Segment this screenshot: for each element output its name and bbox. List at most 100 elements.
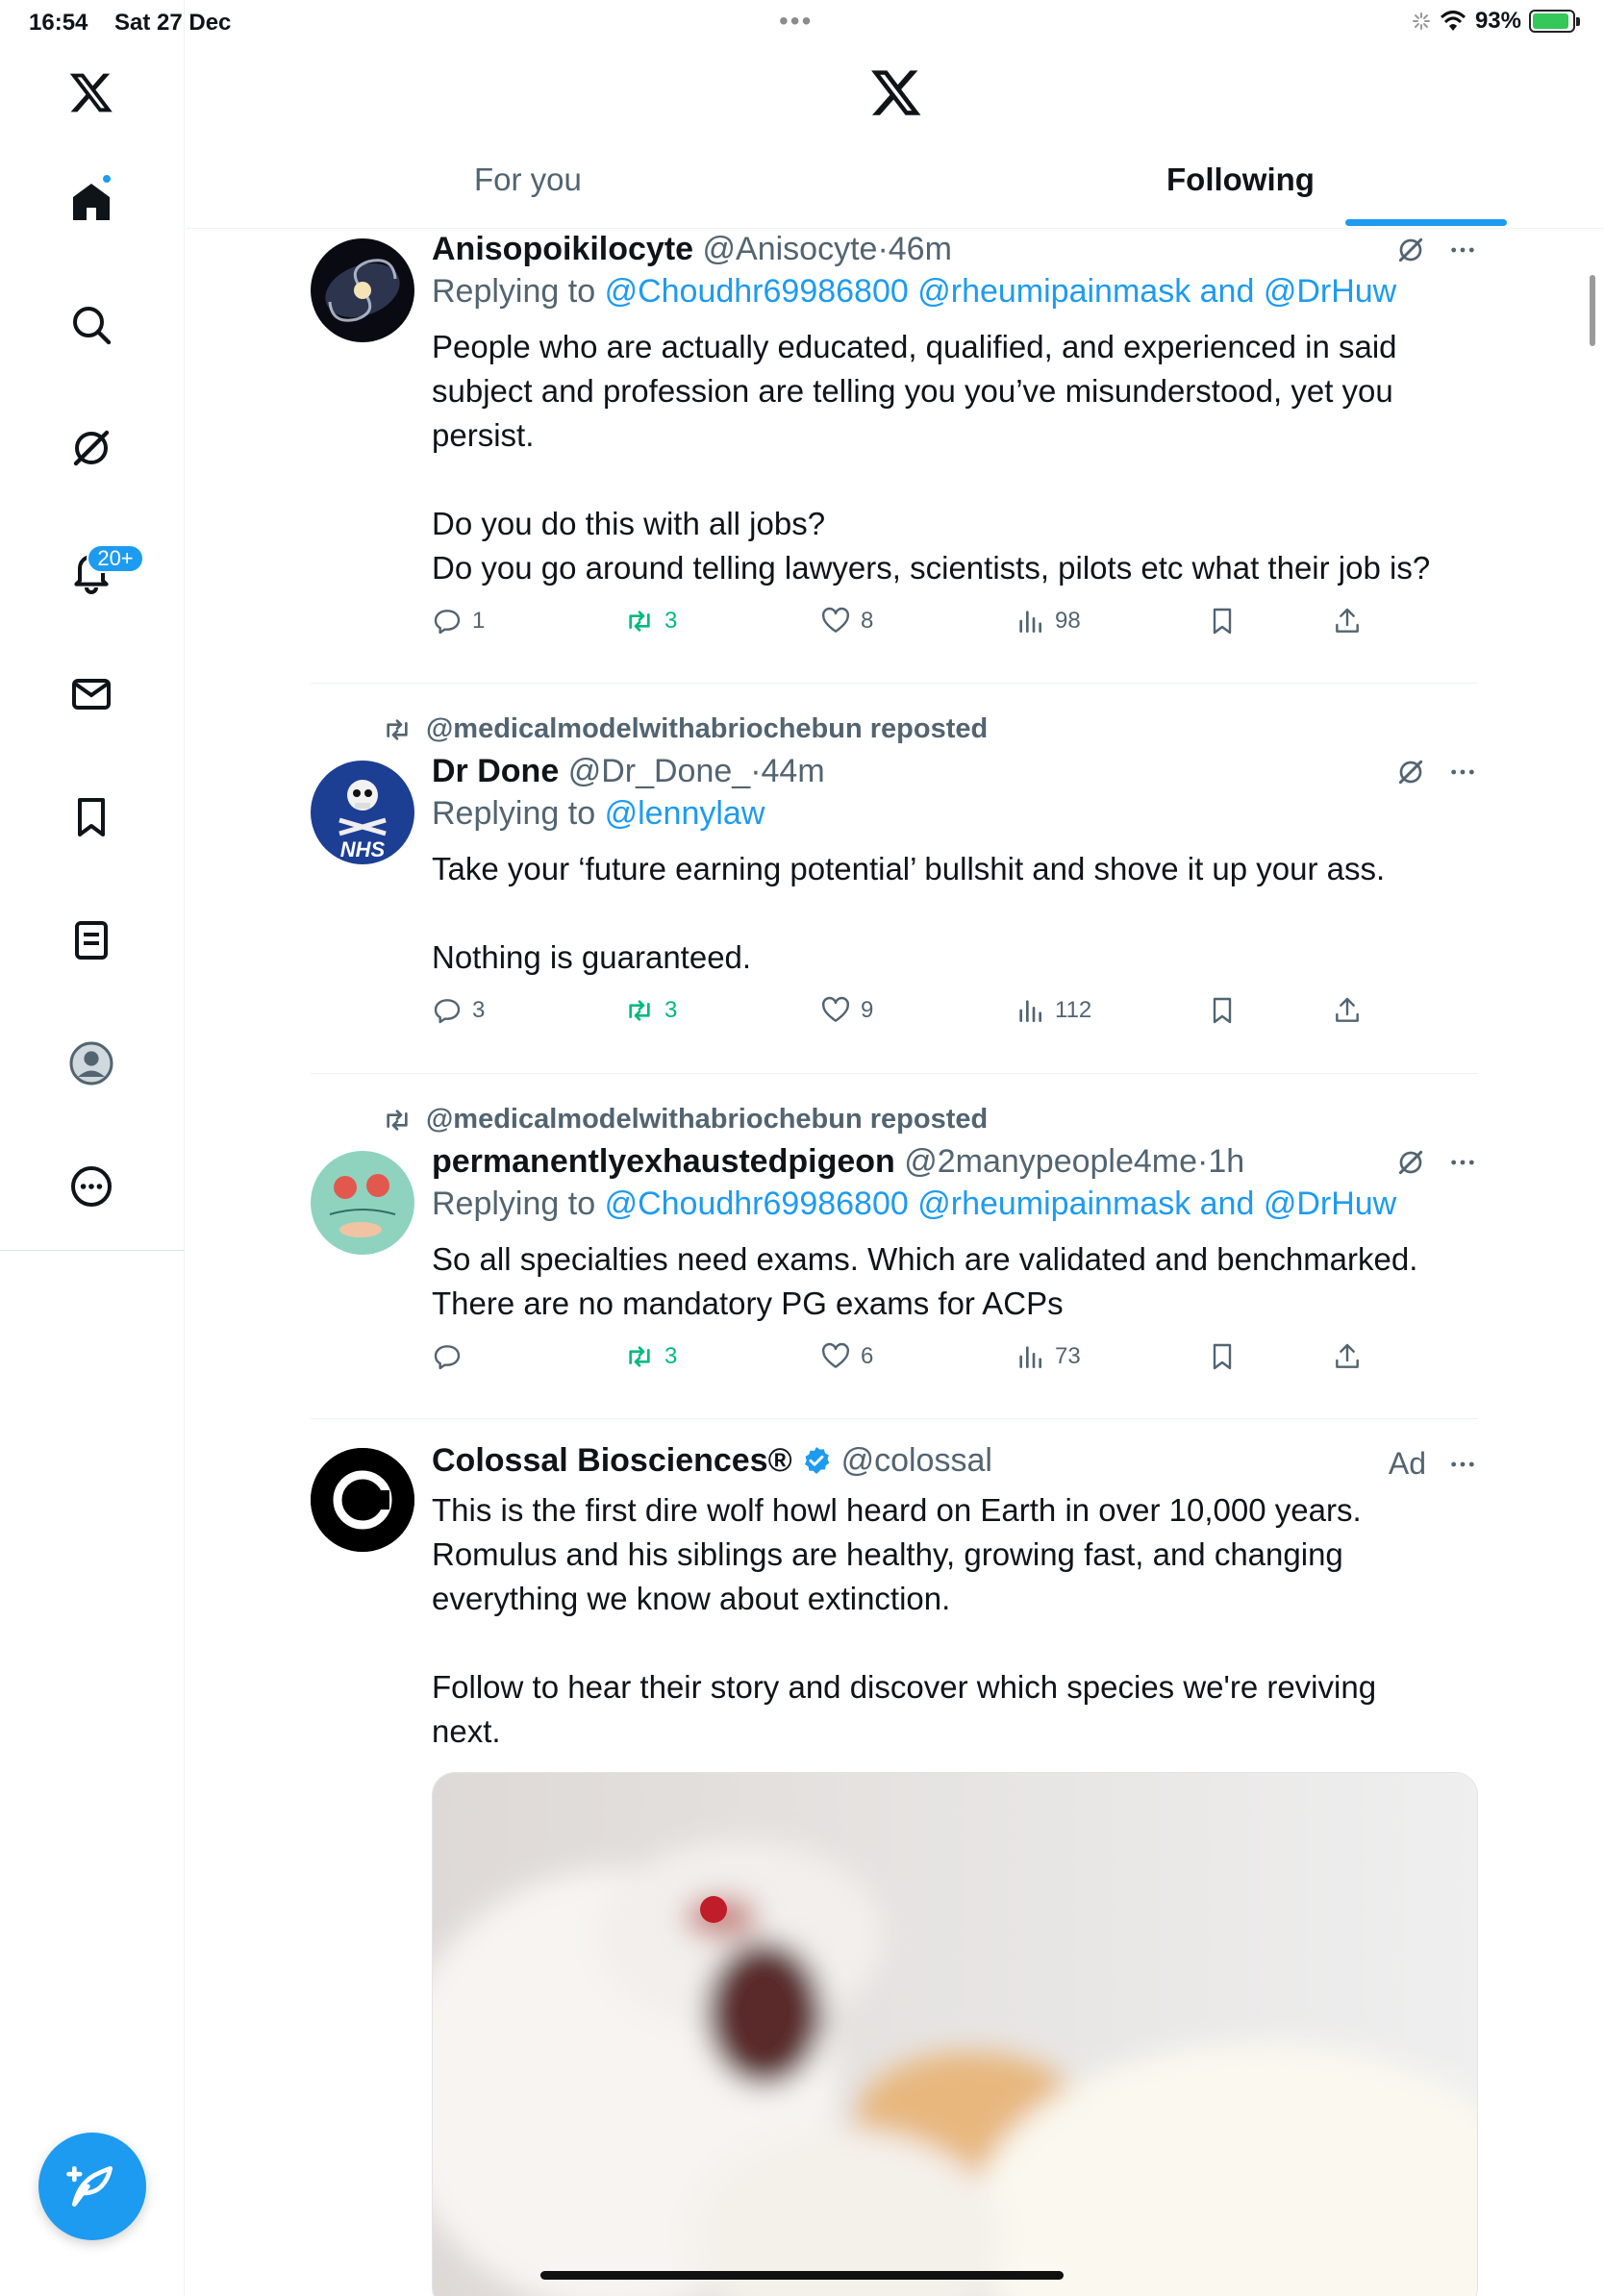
compose-icon <box>66 2166 113 2207</box>
post-text: People who are actually educated, qualif… <box>432 329 1431 586</box>
mention-link[interactable]: @Choudhr69986800 <box>605 273 909 310</box>
bookmark-icon <box>1213 997 1232 1024</box>
verified-badge-icon <box>805 1447 830 1474</box>
post-separator <box>311 683 1478 684</box>
x-logo-icon[interactable] <box>869 65 923 119</box>
post-video-media[interactable] <box>432 1772 1478 2296</box>
multitasking-dots-icon[interactable]: ••• <box>779 6 813 37</box>
tab-following[interactable]: Following <box>1166 162 1315 198</box>
sidebar-divider <box>0 1250 185 1251</box>
repost-icon <box>387 718 408 740</box>
reply-button[interactable]: 1 <box>432 606 485 636</box>
repost-icon <box>629 1000 650 1021</box>
scrollbar[interactable] <box>1590 275 1595 346</box>
home-icon[interactable] <box>61 171 122 233</box>
tab-for-you[interactable]: For you <box>474 162 582 198</box>
share-button[interactable] <box>1332 606 1363 636</box>
post-author-handle[interactable]: @colossal <box>841 1442 992 1479</box>
repost-icon <box>629 1346 650 1367</box>
grok-icon[interactable] <box>61 417 122 479</box>
grok-icon[interactable] <box>1395 1147 1426 1178</box>
x-logo-icon[interactable] <box>61 62 122 123</box>
reply-icon <box>434 610 461 635</box>
views-button[interactable]: 112 <box>1015 995 1091 1026</box>
like-button[interactable]: 9 <box>820 995 873 1026</box>
bookmark-button[interactable] <box>1207 1341 1238 1372</box>
avatar[interactable] <box>311 238 414 342</box>
home-indicator[interactable] <box>540 2271 1064 2280</box>
like-button[interactable]: 6 <box>820 1341 873 1372</box>
repost-context[interactable]: @medicalmodelwithabriochebun reposted <box>382 1104 988 1136</box>
status-right: 93% <box>1412 8 1580 35</box>
views-button[interactable]: 73 <box>1015 1341 1081 1372</box>
repost-button[interactable]: 3 <box>624 995 677 1026</box>
post-author-handle[interactable]: @2manypeople4me <box>904 1143 1197 1180</box>
post-author-handle[interactable]: @Anisocyte <box>703 231 878 267</box>
bookmarks-icon[interactable] <box>61 786 122 848</box>
views-button[interactable]: 98 <box>1015 606 1081 636</box>
post-text: Take your ‘future earning potential’ bul… <box>432 851 1386 975</box>
post-author-name[interactable]: Colossal Biosciences® <box>432 1442 792 1479</box>
mention-link[interactable]: @rheumipainmask <box>917 1185 1190 1222</box>
mention-link[interactable]: @lennylaw <box>605 795 765 832</box>
repost-button[interactable]: 3 <box>624 1341 677 1372</box>
grok-icon[interactable] <box>1395 235 1426 265</box>
bookmark-button[interactable] <box>1207 995 1238 1026</box>
reply-button[interactable] <box>432 1341 472 1372</box>
views-icon <box>1019 611 1041 633</box>
post-author-name[interactable]: Dr Done <box>432 753 559 789</box>
active-tab-indicator <box>1345 219 1507 226</box>
grok-icon[interactable] <box>1395 757 1426 787</box>
more-options-icon[interactable] <box>1447 235 1478 265</box>
lists-icon[interactable] <box>61 910 122 971</box>
post-author-handle[interactable]: @Dr_Done_ <box>568 753 751 789</box>
post-separator <box>311 1073 1478 1074</box>
like-button[interactable]: 8 <box>820 606 873 636</box>
compose-button[interactable] <box>38 2133 146 2240</box>
more-options-icon[interactable] <box>1447 757 1478 787</box>
mention-link[interactable]: @rheumipainmask <box>917 273 1190 310</box>
post-time[interactable]: 44m <box>762 753 825 789</box>
mention-joiner: and <box>1199 273 1255 310</box>
post-top-icons <box>1395 757 1478 787</box>
repost-icon <box>387 1109 408 1131</box>
post-text: So all specialties need exams. Which are… <box>432 1241 1418 1321</box>
share-button[interactable] <box>1332 1341 1363 1372</box>
avatar[interactable] <box>311 1448 414 1552</box>
post-actions: 3 3 9 112 <box>432 995 1478 1043</box>
profile-icon[interactable] <box>61 1033 122 1094</box>
messages-icon[interactable] <box>61 663 122 725</box>
more-options-icon[interactable] <box>1447 1147 1478 1178</box>
post-time[interactable]: 1h <box>1208 1143 1244 1180</box>
repost-context[interactable]: @medicalmodelwithabriochebun reposted <box>382 713 988 745</box>
mention-link[interactable]: @DrHuw <box>1264 273 1396 310</box>
post-actions: 1 3 8 98 <box>432 606 1478 654</box>
battery-percent: 93% <box>1474 8 1521 34</box>
post-time[interactable]: 46m <box>889 231 952 267</box>
replying-to: Replying to @lennylaw <box>432 795 765 832</box>
share-icon <box>1336 1343 1359 1368</box>
bookmark-icon <box>1213 1343 1232 1370</box>
heart-icon <box>821 1342 850 1368</box>
share-icon <box>1336 997 1359 1022</box>
avatar[interactable]: NHS <box>311 761 414 864</box>
share-button[interactable] <box>1332 995 1363 1026</box>
bookmark-button[interactable] <box>1207 606 1238 636</box>
repost-button[interactable]: 3 <box>624 606 677 636</box>
mention-link[interactable]: @Choudhr69986800 <box>605 1185 909 1222</box>
ad-label: Ad <box>1388 1446 1426 1481</box>
sidebar: 20+ <box>0 0 185 2296</box>
avatar[interactable] <box>311 1151 414 1255</box>
bookmark-icon <box>1213 608 1232 635</box>
search-icon[interactable] <box>61 294 122 356</box>
post-actions: 3 6 73 <box>432 1341 1478 1389</box>
replying-to: Replying to @Choudhr69986800 @rheumipain… <box>432 1185 1397 1222</box>
mention-link[interactable]: @DrHuw <box>1264 1185 1396 1222</box>
post-top-icons: Ad <box>1389 1446 1478 1482</box>
reply-button[interactable]: 3 <box>432 995 485 1026</box>
more-options-icon[interactable] <box>1447 1449 1478 1480</box>
more-icon[interactable] <box>61 1156 122 1217</box>
battery-icon <box>1529 10 1580 33</box>
post-author-name[interactable]: Anisopoikilocyte <box>432 231 693 267</box>
post-author-name[interactable]: permanentlyexhaustedpigeon <box>432 1143 895 1180</box>
